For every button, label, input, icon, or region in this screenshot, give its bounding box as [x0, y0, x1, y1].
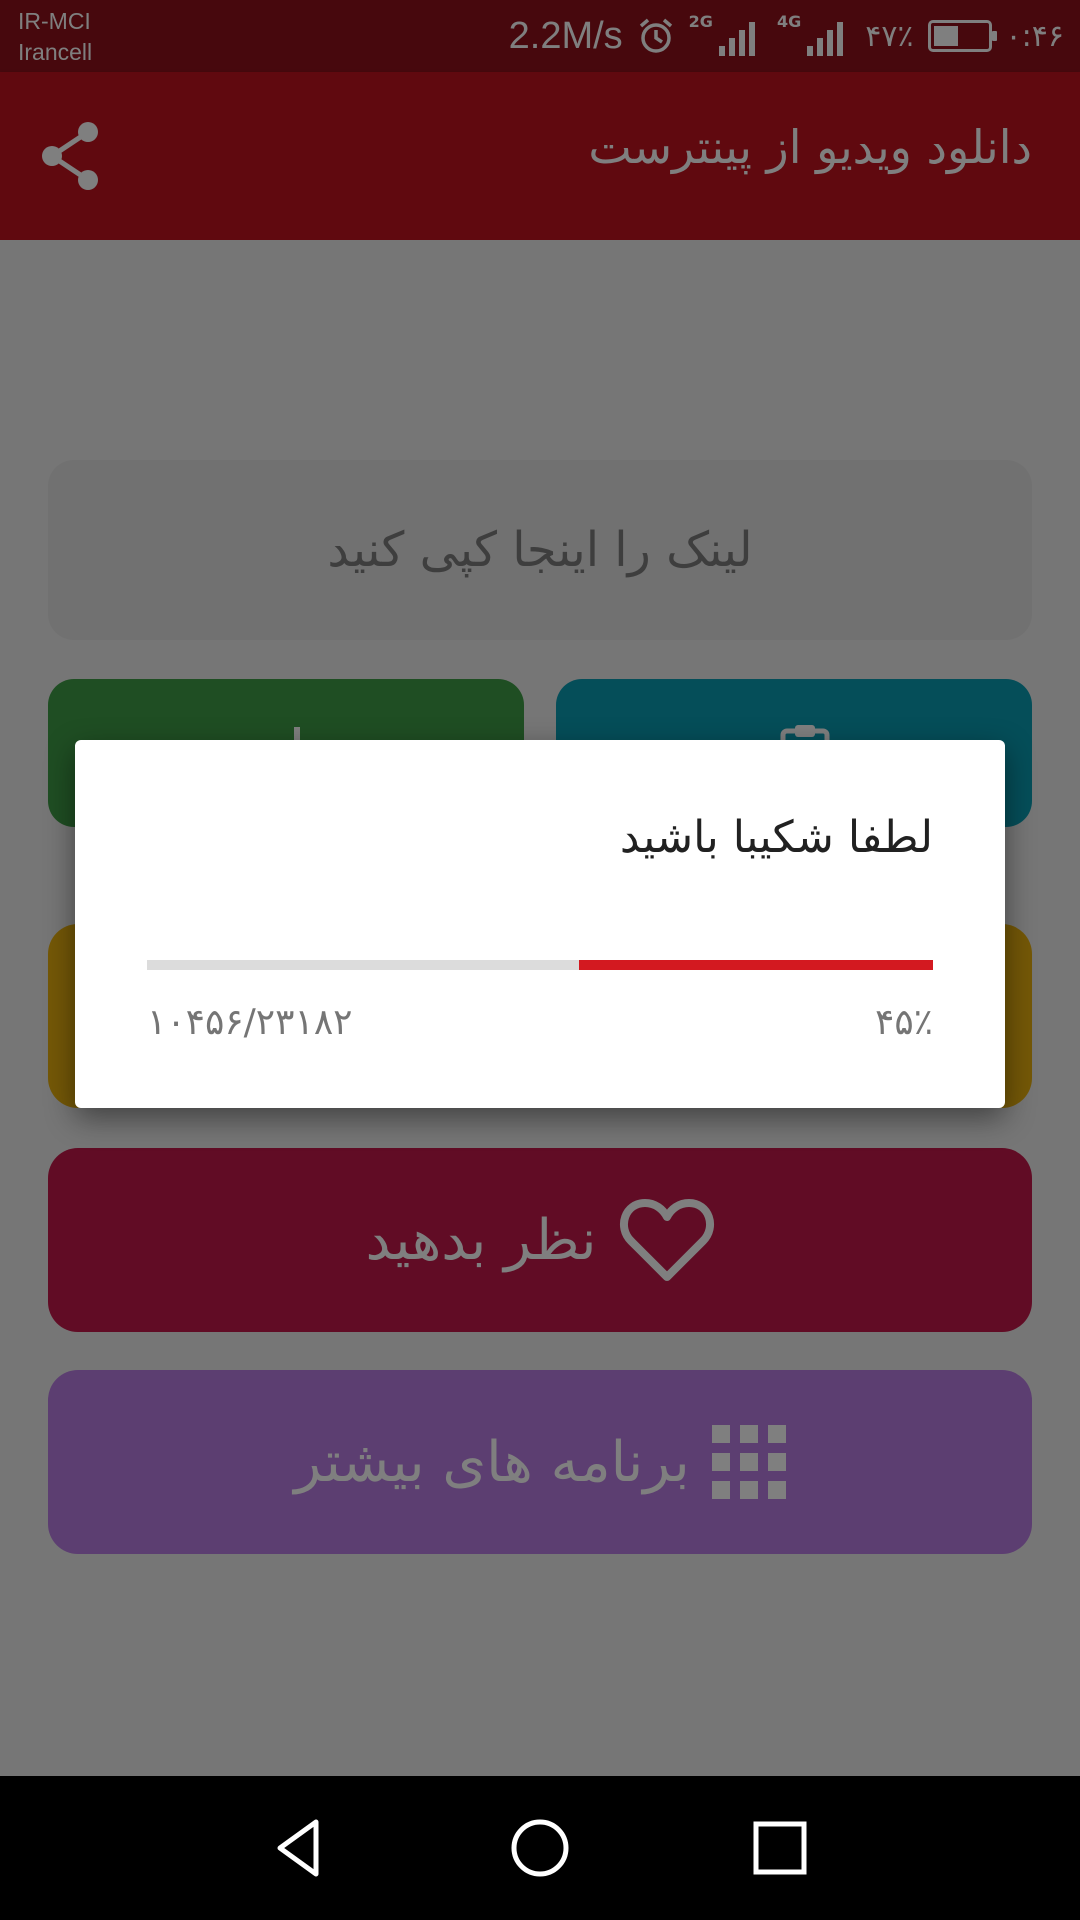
progress-dialog: لطفا شکیبا باشید ۴۵٪ ۱۰۴۵۶/۲۳۱۸۲: [75, 740, 1005, 1108]
home-icon[interactable]: [504, 1812, 576, 1884]
back-icon[interactable]: [264, 1812, 336, 1884]
progress-bar: [147, 960, 933, 970]
progress-count: ۱۰۴۵۶/۲۳۱۸۲: [147, 1002, 353, 1043]
dialog-title: لطفا شکیبا باشید: [619, 812, 933, 863]
navigation-bar: [0, 1776, 1080, 1920]
progress-percent: ۴۵٪: [874, 1002, 933, 1043]
progress-bar-fill: [579, 960, 933, 970]
recents-icon[interactable]: [744, 1812, 816, 1884]
